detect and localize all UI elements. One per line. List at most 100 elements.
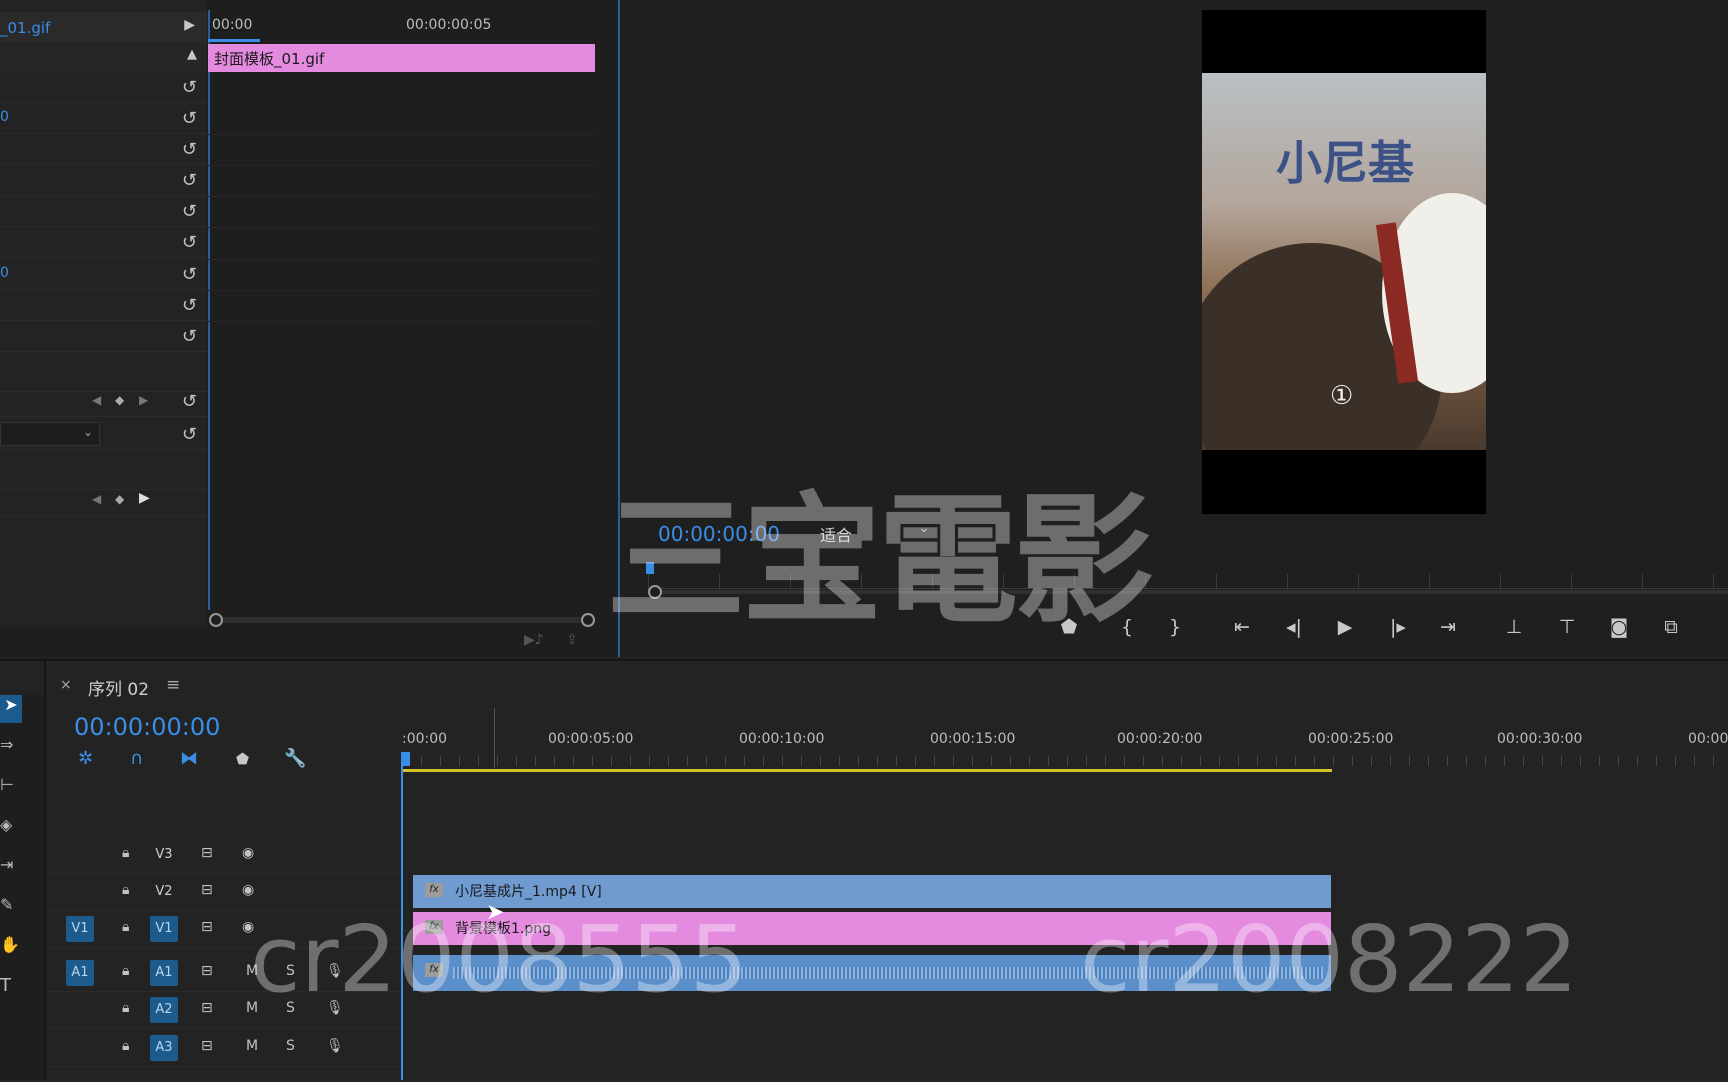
prev-keyframe-icon[interactable]: ◀ [92, 492, 101, 506]
ruler-label: 00:00:25:00 [1308, 731, 1394, 747]
eye-icon[interactable]: ◉ [242, 845, 254, 861]
reset-icon[interactable]: ↺ [182, 264, 197, 285]
divider [207, 134, 595, 135]
close-tab-icon[interactable]: × [60, 677, 72, 693]
panel-menu-icon[interactable]: ≡ [166, 675, 180, 695]
track-a3: 🔒︎ A3 ⊟ M S 🎙︎ [46, 1030, 400, 1067]
property-row: ↺ [0, 320, 207, 352]
next-keyframe-icon[interactable]: ▶ [139, 393, 148, 407]
property-value[interactable]: 0 [0, 109, 9, 125]
add-keyframe-icon[interactable]: ◆ [115, 393, 124, 407]
playhead-line [208, 10, 210, 610]
wrench-settings-icon[interactable]: 🔧 [284, 748, 306, 769]
work-area-bar[interactable] [402, 769, 1332, 772]
divider [207, 259, 595, 260]
section-header[interactable]: ▲ [0, 43, 207, 71]
linked-selection-icon[interactable]: ⧓ [180, 748, 198, 769]
export-frame-icon[interactable]: ◙ [1605, 616, 1633, 638]
effect-clip-bar[interactable]: 封面模板_01.gif [208, 44, 595, 72]
ruler-label: 00:00:15:00 [930, 731, 1016, 747]
type-tool-icon[interactable]: T [0, 975, 11, 996]
playhead-marker[interactable] [208, 39, 260, 42]
ruler-label: :00:00 [402, 731, 448, 747]
lock-icon[interactable]: 🔒︎ [122, 919, 129, 935]
expand-arrow-icon[interactable]: ▶ [184, 17, 195, 33]
zoom-scrollbar[interactable] [209, 613, 595, 627]
track-label[interactable]: A2 [150, 997, 178, 1023]
audio-only-icon[interactable]: ▶♪ [524, 632, 544, 648]
sequence-tab[interactable]: 序列 02 [88, 675, 149, 700]
reset-icon[interactable]: ↺ [182, 170, 197, 191]
collapse-arrow-icon[interactable]: ▲ [187, 47, 197, 62]
reset-icon[interactable]: ↺ [182, 77, 197, 98]
source-patch-v1[interactable]: V1 [66, 916, 94, 942]
sync-lock-icon[interactable]: ⊟ [201, 919, 213, 935]
property-value[interactable]: 0 [0, 265, 9, 281]
sync-lock-icon[interactable]: ⊟ [201, 845, 213, 861]
sync-lock-icon[interactable]: ⊟ [201, 1000, 213, 1016]
video-clip-v2[interactable]: fx 小尼基成片_1.mp4 [V] [413, 875, 1331, 908]
step-back-icon[interactable]: ◂| [1280, 616, 1308, 638]
scroll-handle-right[interactable] [581, 613, 595, 627]
export-icon[interactable]: ⇪ [566, 632, 578, 648]
mark-out-icon[interactable]: } [1161, 616, 1189, 638]
track-label[interactable]: A1 [150, 960, 178, 986]
solo-button[interactable]: S [286, 1038, 295, 1054]
video-title-text: 小尼基 [1276, 136, 1414, 190]
next-keyframe-icon[interactable]: ▶ [139, 490, 150, 506]
lock-icon[interactable]: 🔒︎ [122, 882, 129, 898]
scroll-handle-left[interactable] [209, 613, 223, 627]
ruler-label: 00:00:30:00 [1497, 731, 1583, 747]
lock-icon[interactable]: 🔒︎ [122, 963, 129, 979]
pen-tool-icon[interactable]: ✎ [0, 895, 13, 914]
sync-lock-icon[interactable]: ⊟ [201, 963, 213, 979]
lift-icon[interactable]: ⊥ [1500, 616, 1528, 638]
blend-mode-dropdown[interactable]: ⌄ [0, 422, 100, 446]
play-icon[interactable]: ▶ [1331, 616, 1359, 638]
track-label[interactable]: V2 [150, 879, 178, 905]
sync-lock-icon[interactable]: ⊟ [201, 1038, 213, 1054]
watermark: cr2008555 [250, 906, 749, 1013]
lock-icon[interactable]: 🔒︎ [122, 845, 129, 861]
reset-icon[interactable]: ↺ [182, 108, 197, 129]
sequence-timecode[interactable]: 00:00:00:00 [74, 713, 220, 741]
step-forward-icon[interactable]: |▸ [1384, 616, 1412, 638]
add-keyframe-icon[interactable]: ◆ [115, 492, 124, 506]
track-select-tool-icon[interactable]: ⇒ [0, 735, 13, 754]
eye-icon[interactable]: ◉ [242, 882, 254, 898]
nest-sequence-icon[interactable]: ✲ [78, 748, 93, 769]
track-label[interactable]: V3 [150, 842, 178, 868]
go-to-in-icon[interactable]: ⇤ [1228, 616, 1256, 638]
timeline-playhead[interactable] [401, 752, 410, 766]
reset-icon[interactable]: ↺ [182, 391, 197, 412]
reset-icon[interactable]: ↺ [182, 295, 197, 316]
razor-tool-icon[interactable]: ◈ [0, 815, 12, 834]
lock-icon[interactable]: 🔒︎ [122, 1000, 129, 1016]
microphone-icon[interactable]: 🎙︎ [326, 1038, 344, 1054]
clip-name: _01.gif [0, 19, 51, 37]
hand-tool-icon[interactable]: ✋ [0, 935, 20, 954]
track-label[interactable]: V1 [150, 916, 178, 942]
clip-name-row[interactable]: _01.gif ▶ [0, 12, 207, 42]
reset-icon[interactable]: ↺ [182, 326, 197, 347]
mute-button[interactable]: M [246, 1038, 258, 1054]
track-label[interactable]: A3 [150, 1035, 178, 1061]
extract-icon[interactable]: ⊤ [1553, 616, 1581, 638]
add-marker-icon[interactable]: ⬟ [236, 750, 249, 768]
effect-controls-panel: _01.gif ▶ ▲ ↺ 0 ↺ ↺ ↺ ↺ ↺ 0 ↺ ↺ ↺ ◀ ◆ ▶ … [0, 0, 620, 657]
reset-icon[interactable]: ↺ [182, 232, 197, 253]
reset-icon[interactable]: ↺ [182, 424, 197, 445]
reset-icon[interactable]: ↺ [182, 139, 197, 160]
selection-tool-icon[interactable]: ➤ [0, 695, 22, 723]
lock-icon[interactable]: 🔒︎ [122, 1038, 129, 1054]
source-patch-a1[interactable]: A1 [66, 960, 94, 986]
comparison-view-icon[interactable]: ⧉ [1657, 616, 1685, 638]
snap-magnet-icon[interactable]: ∩ [130, 748, 143, 769]
ruler-ticks [402, 756, 1728, 766]
prev-keyframe-icon[interactable]: ◀ [92, 393, 101, 407]
ripple-edit-tool-icon[interactable]: ⊢ [0, 775, 14, 794]
sync-lock-icon[interactable]: ⊟ [201, 882, 213, 898]
go-to-out-icon[interactable]: ⇥ [1434, 616, 1462, 638]
slip-tool-icon[interactable]: ⇥ [0, 855, 13, 874]
reset-icon[interactable]: ↺ [182, 201, 197, 222]
